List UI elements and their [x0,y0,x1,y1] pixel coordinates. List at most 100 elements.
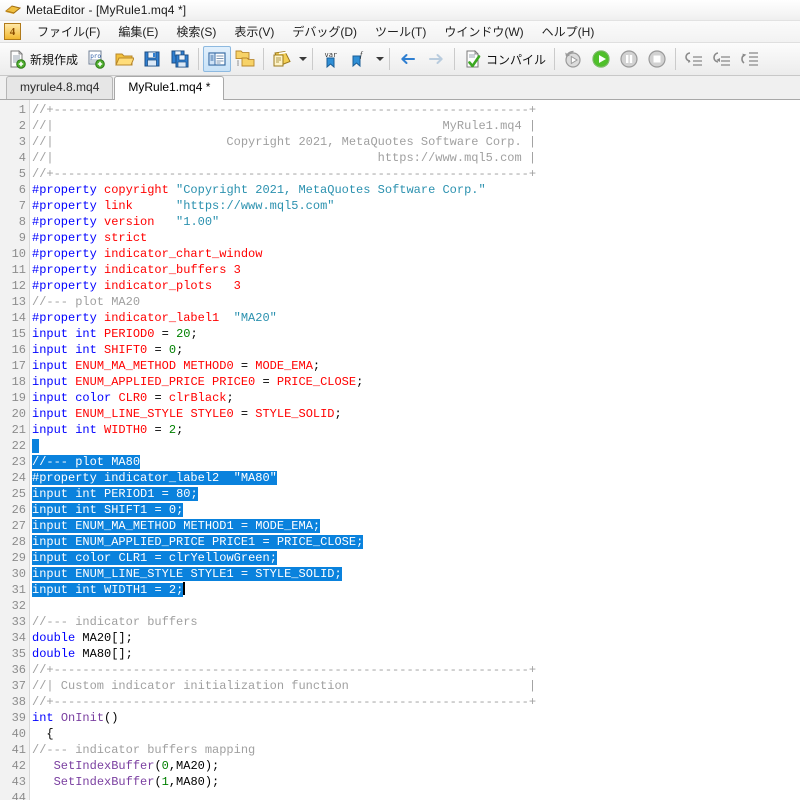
code-line[interactable]: input ENUM_LINE_STYLE STYLE1 = STYLE_SOL… [32,566,800,582]
code-token: ); [204,759,220,773]
code-line[interactable] [32,598,800,614]
code-line[interactable]: input ENUM_APPLIED_PRICE PRICE0 = PRICE_… [32,374,800,390]
code-line[interactable] [32,438,800,454]
code-line[interactable]: SetIndexBuffer(0,MA20); [32,758,800,774]
code-line[interactable]: #property indicator_label2 "MA80" [32,470,800,486]
variable-bookmark-button[interactable]: var [317,46,345,72]
navigate-back-button[interactable] [394,46,422,72]
code-line[interactable]: input color CLR1 = clrYellowGreen; [32,550,800,566]
code-line[interactable]: //--- plot MA80 [32,454,800,470]
code-line[interactable]: SetIndexBuffer(1,MA80); [32,774,800,790]
tab-myrule48[interactable]: myrule4.8.mq4 [6,76,114,99]
tab-myrule1[interactable]: MyRule1.mq4 * [114,76,225,100]
new-project-button[interactable]: pro [82,46,110,72]
style-button[interactable] [268,46,296,72]
line-number: 35 [11,647,26,661]
debug-history-button[interactable] [559,46,587,72]
navigator-panel-button[interactable] [203,46,232,72]
pause-debug-button[interactable] [615,46,643,72]
code-line[interactable]: int OnInit() [32,710,800,726]
code-line[interactable]: //| MyRule1.mq4 | [32,118,800,134]
code-line[interactable]: input int SHIFT0 = 0; [32,342,800,358]
function-bookmark-button[interactable]: f [345,46,373,72]
line-number: 7 [18,199,26,213]
menu-edit[interactable]: 編集(E) [109,21,167,42]
code-line[interactable]: //| Custom indicator initialization func… [32,678,800,694]
code-line[interactable]: //| Copyright 2021, MetaQuotes Software … [32,134,800,150]
code-line[interactable]: #property indicator_label1 "MA20" [32,310,800,326]
code-line[interactable]: input int WIDTH1 = 2; [32,582,800,598]
open-file-button[interactable] [110,46,138,72]
code-token: copyright [104,183,169,197]
start-debug-button[interactable] [587,46,615,72]
code-token: ; [226,391,234,405]
stop-debug-button[interactable] [643,46,671,72]
bookmark-dropdown-caret-icon[interactable] [376,57,385,61]
code-line[interactable]: input ENUM_LINE_STYLE STYLE0 = STYLE_SOL… [32,406,800,422]
code-line[interactable]: //+-------------------------------------… [32,102,800,118]
menu-view[interactable]: 表示(V) [225,21,283,42]
code-line[interactable]: input ENUM_MA_METHOD METHOD1 = MODE_EMA; [32,518,800,534]
style-dropdown-caret-icon[interactable] [299,57,308,61]
code-line[interactable]: //--- plot MA20 [32,294,800,310]
code-token: ( [154,759,162,773]
code-token: ; [334,567,342,581]
code-line[interactable]: //+-------------------------------------… [32,166,800,182]
save-button[interactable] [138,46,166,72]
code-line[interactable]: //| https://www.mql5.com | [32,150,800,166]
code-token: #property [32,199,97,213]
open-folder-icon [114,49,135,69]
step-over-button[interactable] [708,46,736,72]
menu-search[interactable]: 検索(S) [167,21,225,42]
code-line[interactable]: input ENUM_APPLIED_PRICE PRICE1 = PRICE_… [32,534,800,550]
code-line[interactable]: #property strict [32,230,800,246]
menu-help[interactable]: ヘルプ(H) [533,21,604,42]
code-line[interactable]: //+-------------------------------------… [32,694,800,710]
step-into-button[interactable] [680,46,708,72]
code-token: input [32,359,69,373]
step-out-button[interactable] [736,46,764,72]
code-line[interactable]: #property indicator_plots 3 [32,278,800,294]
menu-debug[interactable]: デバッグ(D) [283,21,366,42]
code-line[interactable]: input color CLR0 = clrBlack; [32,390,800,406]
code-line[interactable]: input int PERIOD1 = 80; [32,486,800,502]
menu-window[interactable]: ウインドウ(W) [435,21,532,42]
code-line[interactable] [32,790,800,800]
code-line[interactable]: { [32,726,800,742]
code-editor[interactable]: 1 2 3 4 5 6 7 8 9 10 11 12 13 14 15 16 17 18 19 20 21 22 23 24 2… [0,100,800,800]
compile-button[interactable]: コンパイル [459,46,550,72]
code-line[interactable]: //+-------------------------------------… [32,662,800,678]
code-line[interactable]: #property link "https://www.mql5.com" [32,198,800,214]
new-file-button[interactable]: 新規作成 [3,46,82,72]
save-all-button[interactable] [166,46,194,72]
svg-text:f: f [360,50,364,59]
menu-tools[interactable]: ツール(T) [366,21,435,42]
code-line[interactable]: #property version "1.00" [32,214,800,230]
code-line[interactable]: input int PERIOD0 = 20; [32,326,800,342]
code-line[interactable]: #property indicator_buffers 3 [32,262,800,278]
code-line[interactable]: //--- indicator buffers [32,614,800,630]
code-line[interactable]: double MA80[]; [32,646,800,662]
style-icon [272,49,292,69]
code-line[interactable]: input int WIDTH0 = 2; [32,422,800,438]
code-line[interactable]: double MA20[]; [32,630,800,646]
code-token: ; [334,407,342,421]
line-number: 41 [11,743,26,757]
menu-file[interactable]: ファイル(F) [28,21,109,42]
code-text-area[interactable]: //+-------------------------------------… [30,100,800,800]
code-token: //| Custom indicator initialization func… [32,679,537,693]
main-toolbar: 新規作成 pro var f コンパイル [0,43,800,76]
code-token: #property [32,183,97,197]
navigate-forward-button[interactable] [422,46,450,72]
code-line[interactable]: //--- indicator buffers mapping [32,742,800,758]
code-token: //+-------------------------------------… [32,103,537,117]
code-line[interactable]: input ENUM_MA_METHOD METHOD0 = MODE_EMA; [32,358,800,374]
code-line[interactable]: input int SHIFT1 = 0; [32,502,800,518]
code-line[interactable]: #property copyright "Copyright 2021, Met… [32,182,800,198]
toolbox-button[interactable] [231,46,259,72]
code-token: color [75,551,112,565]
code-token: input [32,407,69,421]
code-line[interactable]: #property indicator_chart_window [32,246,800,262]
